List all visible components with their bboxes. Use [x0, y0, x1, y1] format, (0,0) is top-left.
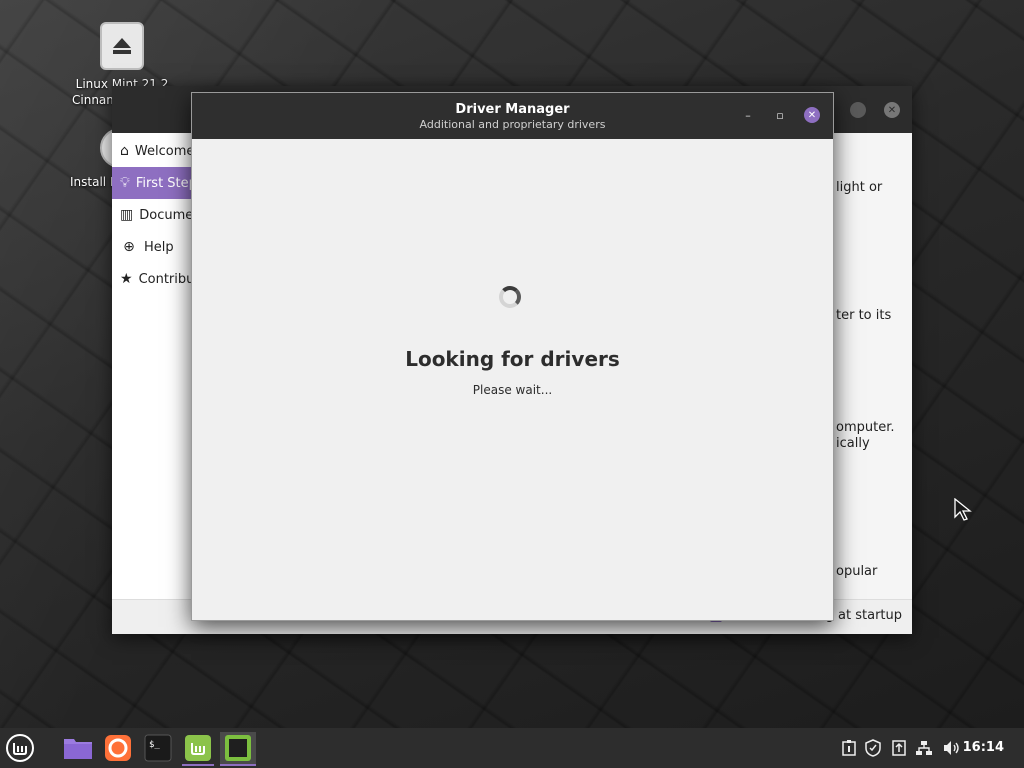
- eject-icon: [100, 22, 144, 70]
- bulb-icon: 💡︎: [120, 175, 130, 191]
- svg-text:$_: $_: [149, 740, 160, 750]
- sidebar-item-welcome[interactable]: ⌂ Welcome: [112, 135, 192, 167]
- driver-manager-window: Driver Manager Additional and proprietar…: [191, 92, 834, 621]
- clipboard-icon[interactable]: [840, 728, 858, 768]
- minimize-button[interactable]: –: [740, 107, 756, 123]
- taskbar: $_ 16:14: [0, 728, 1024, 768]
- welcome-text-fragment: omputer.: [836, 420, 895, 435]
- window-subtitle: Additional and proprietary drivers: [419, 118, 606, 131]
- sidebar-item-help[interactable]: ⊕ Help: [112, 231, 192, 263]
- files-folder-icon[interactable]: [62, 732, 94, 764]
- clock[interactable]: 16:14: [963, 740, 1004, 755]
- sidebar-item-label: Help: [144, 239, 174, 255]
- welcome-text-fragment: opular: [836, 564, 878, 579]
- book-icon: ▥: [120, 207, 134, 223]
- driver-manager-taskbar-icon[interactable]: [220, 732, 256, 766]
- mint-menu-button[interactable]: [4, 732, 36, 764]
- mintinstall-icon[interactable]: [182, 732, 214, 766]
- window-title: Driver Manager: [455, 102, 570, 117]
- star-icon: ★: [120, 271, 133, 287]
- firefox-icon[interactable]: [102, 732, 134, 764]
- update-icon[interactable]: [890, 728, 908, 768]
- network-icon[interactable]: [914, 728, 934, 768]
- shield-icon[interactable]: [864, 728, 882, 768]
- sidebar-item-label: Contribute: [138, 271, 192, 287]
- sidebar-item-label: Welcome: [134, 143, 192, 159]
- welcome-sidebar: ⌂ Welcome 💡︎ First Steps ▥ Documentation ⊕ H…: [112, 133, 193, 600]
- volume-icon[interactable]: [942, 728, 962, 768]
- restore-button[interactable]: ▫: [772, 107, 788, 123]
- terminal-icon[interactable]: $_: [142, 732, 174, 764]
- status-message: Please wait...: [472, 383, 553, 397]
- lifebuoy-icon: ⊕: [123, 239, 135, 255]
- sidebar-item-contribute[interactable]: ★ Contribute: [112, 263, 192, 295]
- welcome-text-fragment: light or: [836, 180, 883, 195]
- welcome-close-button[interactable]: ✕: [884, 102, 900, 118]
- sidebar-item-documentation[interactable]: ▥ Documentation: [112, 199, 192, 231]
- sidebar-item-first-steps[interactable]: 💡︎ First Steps: [112, 167, 192, 199]
- sidebar-item-label: Documentation: [139, 207, 192, 223]
- mouse-pointer-icon: [954, 497, 972, 526]
- close-button[interactable]: ✕: [804, 107, 820, 123]
- driver-manager-titlebar[interactable]: Driver Manager Additional and proprietar…: [192, 93, 833, 139]
- loading-spinner-icon: [499, 286, 521, 308]
- status-heading: Looking for drivers: [405, 347, 620, 371]
- sidebar-item-label: First Steps: [135, 175, 192, 191]
- welcome-minimize-button[interactable]: [850, 102, 866, 118]
- welcome-text-fragment: ter to its: [836, 308, 892, 323]
- welcome-text-fragment: ically: [836, 436, 870, 451]
- home-icon: ⌂: [120, 143, 129, 159]
